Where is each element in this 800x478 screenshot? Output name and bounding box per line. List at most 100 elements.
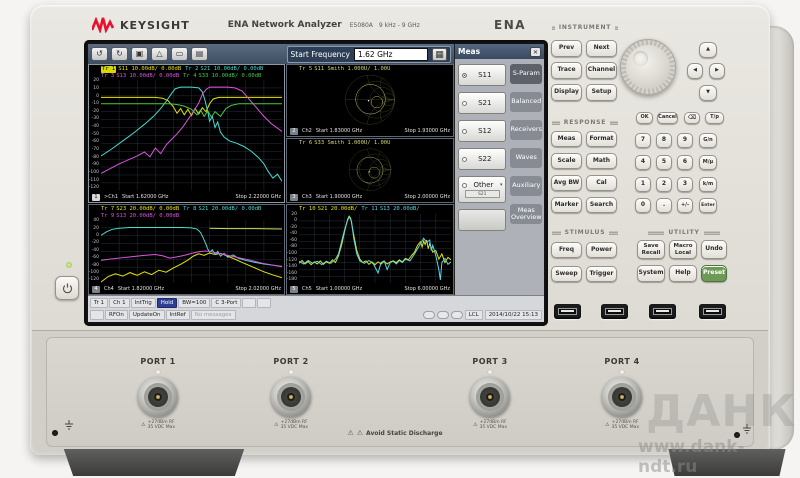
undo-icon[interactable]: ↺: [91, 47, 108, 61]
key-1[interactable]: 1: [635, 177, 651, 192]
key-9[interactable]: 9: [677, 133, 693, 148]
key-mu[interactable]: M/µ: [699, 155, 717, 170]
marker-key[interactable]: Marker: [551, 197, 582, 213]
channel-4-window[interactable]: Tr 7S23 20.00dB/ 0.00dB Tr 8S21 20.00dB/…: [88, 204, 285, 295]
key-gn[interactable]: G/n: [699, 133, 717, 148]
macro-local-key[interactable]: Macro Local: [669, 240, 697, 259]
channel-1-badge[interactable]: 1: [92, 194, 100, 201]
arrow-up-key[interactable]: ▲: [699, 42, 717, 58]
channel-5-badge[interactable]: 5: [290, 286, 298, 293]
channel-4-badge[interactable]: 4: [92, 286, 100, 293]
arrow-right-key[interactable]: ▶: [709, 63, 725, 79]
backspace-key[interactable]: ⌫: [684, 112, 700, 124]
key-dot[interactable]: .: [656, 198, 672, 213]
status-active-trace[interactable]: Tr 1: [90, 298, 108, 308]
enter-key[interactable]: Enter: [699, 198, 717, 213]
trace-3-label[interactable]: Tr 3: [101, 73, 114, 80]
status-utility-icon-3[interactable]: [451, 311, 463, 319]
cancel-key[interactable]: Cancel: [657, 112, 678, 124]
trace-key[interactable]: Trace: [551, 62, 582, 79]
softkey-s11[interactable]: S11: [458, 64, 506, 86]
status-update-state[interactable]: UpdateOn: [129, 310, 165, 320]
clipboard-icon[interactable]: ▤: [191, 47, 208, 61]
channel-3-window[interactable]: Tr 6S33 Smith 1.000U/ 1.00U 3 Ch3 Start …: [286, 138, 454, 203]
prev-key[interactable]: Prev: [551, 40, 582, 57]
scale-key[interactable]: Scale: [551, 153, 582, 169]
key-4[interactable]: 4: [635, 155, 651, 170]
sweep-key[interactable]: Sweep: [551, 266, 582, 282]
status-utility-icon-2[interactable]: [437, 311, 449, 319]
softkey-s21[interactable]: S21: [458, 92, 506, 114]
channel-1-window[interactable]: Tr 1S11 10.00dB/ 0.00dB Tr 2S21 10.00dB/…: [88, 64, 285, 203]
key-5[interactable]: 5: [656, 155, 672, 170]
redo-icon[interactable]: ↻: [111, 47, 128, 61]
system-key[interactable]: System: [637, 265, 665, 282]
key-plus-minus[interactable]: +/-: [677, 198, 693, 213]
trigger-key[interactable]: Trigger: [586, 266, 617, 282]
limit-icon[interactable]: △: [151, 47, 168, 61]
tab-waves[interactable]: Waves: [510, 148, 542, 168]
status-trigger-source[interactable]: IntTrig: [131, 298, 156, 308]
trace-5-label[interactable]: Tr 5: [299, 66, 312, 73]
save-recall-key[interactable]: Save Recall: [637, 240, 665, 259]
cal-key[interactable]: Cal: [586, 175, 617, 191]
channel-3-badge[interactable]: 3: [290, 194, 298, 201]
key-6[interactable]: 6: [677, 155, 693, 170]
status-if-bandwidth[interactable]: BW=100: [178, 298, 210, 308]
status-correction[interactable]: C 3-Port: [211, 298, 241, 308]
window-icon[interactable]: ▭: [171, 47, 188, 61]
avg-bw-key[interactable]: Avg BW: [551, 175, 582, 191]
ok-key[interactable]: OK: [636, 112, 653, 124]
tab-auxiliary[interactable]: Auxiliary: [510, 176, 542, 196]
channel-key[interactable]: Channel: [586, 62, 617, 79]
key-2[interactable]: 2: [656, 177, 672, 192]
softkey-s12[interactable]: S12: [458, 120, 506, 142]
tab-balanced[interactable]: Balanced: [510, 92, 542, 112]
status-reference[interactable]: IntRef: [166, 310, 190, 320]
trace-8-label[interactable]: Tr 8: [183, 206, 196, 213]
other-selected-measurement[interactable]: S21: [465, 190, 500, 198]
rotary-knob[interactable]: [620, 39, 676, 95]
status-trigger-state[interactable]: Hold: [157, 298, 178, 308]
trace-11-label[interactable]: Tr 11: [361, 206, 378, 213]
key-8[interactable]: 8: [656, 133, 672, 148]
undo-key[interactable]: Undo: [701, 240, 727, 259]
tab-s-param[interactable]: S-Param: [510, 64, 542, 84]
status-active-channel[interactable]: Ch 1: [109, 298, 130, 308]
channel-2-window[interactable]: Tr 5S11 Smith 1.000U/ 1.00U 2 Ch2 Start …: [286, 64, 454, 137]
format-key[interactable]: Format: [586, 131, 617, 147]
softkey-s22[interactable]: S22: [458, 148, 506, 170]
trace-10-label[interactable]: Tr 10: [299, 206, 316, 213]
trace-2-label[interactable]: Tr 2: [185, 66, 198, 73]
status-utility-icon-1[interactable]: [423, 311, 435, 319]
trace-7-label[interactable]: Tr 7: [101, 206, 114, 213]
arrow-down-key[interactable]: ▼: [699, 85, 717, 101]
arrow-left-key[interactable]: ◀: [687, 63, 703, 79]
trace-9-label[interactable]: Tr 9: [101, 213, 114, 220]
trace-6-label[interactable]: Tr 6: [299, 140, 312, 147]
meas-key[interactable]: Meas: [551, 131, 582, 147]
preset-key[interactable]: Preset: [701, 265, 727, 282]
search-key[interactable]: Search: [586, 197, 617, 213]
display-key[interactable]: Display: [551, 84, 582, 101]
status-rf-state[interactable]: RFOn: [105, 310, 128, 320]
status-lcl[interactable]: LCL: [465, 310, 483, 320]
key-7[interactable]: 7: [635, 133, 651, 148]
math-key[interactable]: Math: [586, 153, 617, 169]
trace-4-label[interactable]: Tr 4: [183, 73, 196, 80]
close-icon[interactable]: ✕: [530, 47, 541, 57]
keypad-icon[interactable]: ▦: [432, 48, 447, 61]
key-km[interactable]: k/m: [699, 177, 717, 192]
trace-1-label[interactable]: Tr 1: [101, 66, 116, 73]
key-3[interactable]: 3: [677, 177, 693, 192]
power-button[interactable]: [55, 276, 79, 300]
next-key[interactable]: Next: [586, 40, 617, 57]
tab-meas-overview[interactable]: Meas Overview: [510, 204, 542, 224]
channel-2-badge[interactable]: 2: [290, 128, 298, 135]
start-frequency-input[interactable]: 1.62 GHz: [354, 48, 428, 61]
help-key[interactable]: Help: [669, 265, 697, 282]
tab-receivers[interactable]: Receivers: [510, 120, 542, 140]
channel-5-window[interactable]: Tr 10S21 20.00dB/ Tr 11S13 20.00dB/ 200-…: [286, 204, 454, 295]
screenshot-icon[interactable]: ▣: [131, 47, 148, 61]
softkey-other[interactable]: Other▾ S21: [458, 176, 506, 203]
